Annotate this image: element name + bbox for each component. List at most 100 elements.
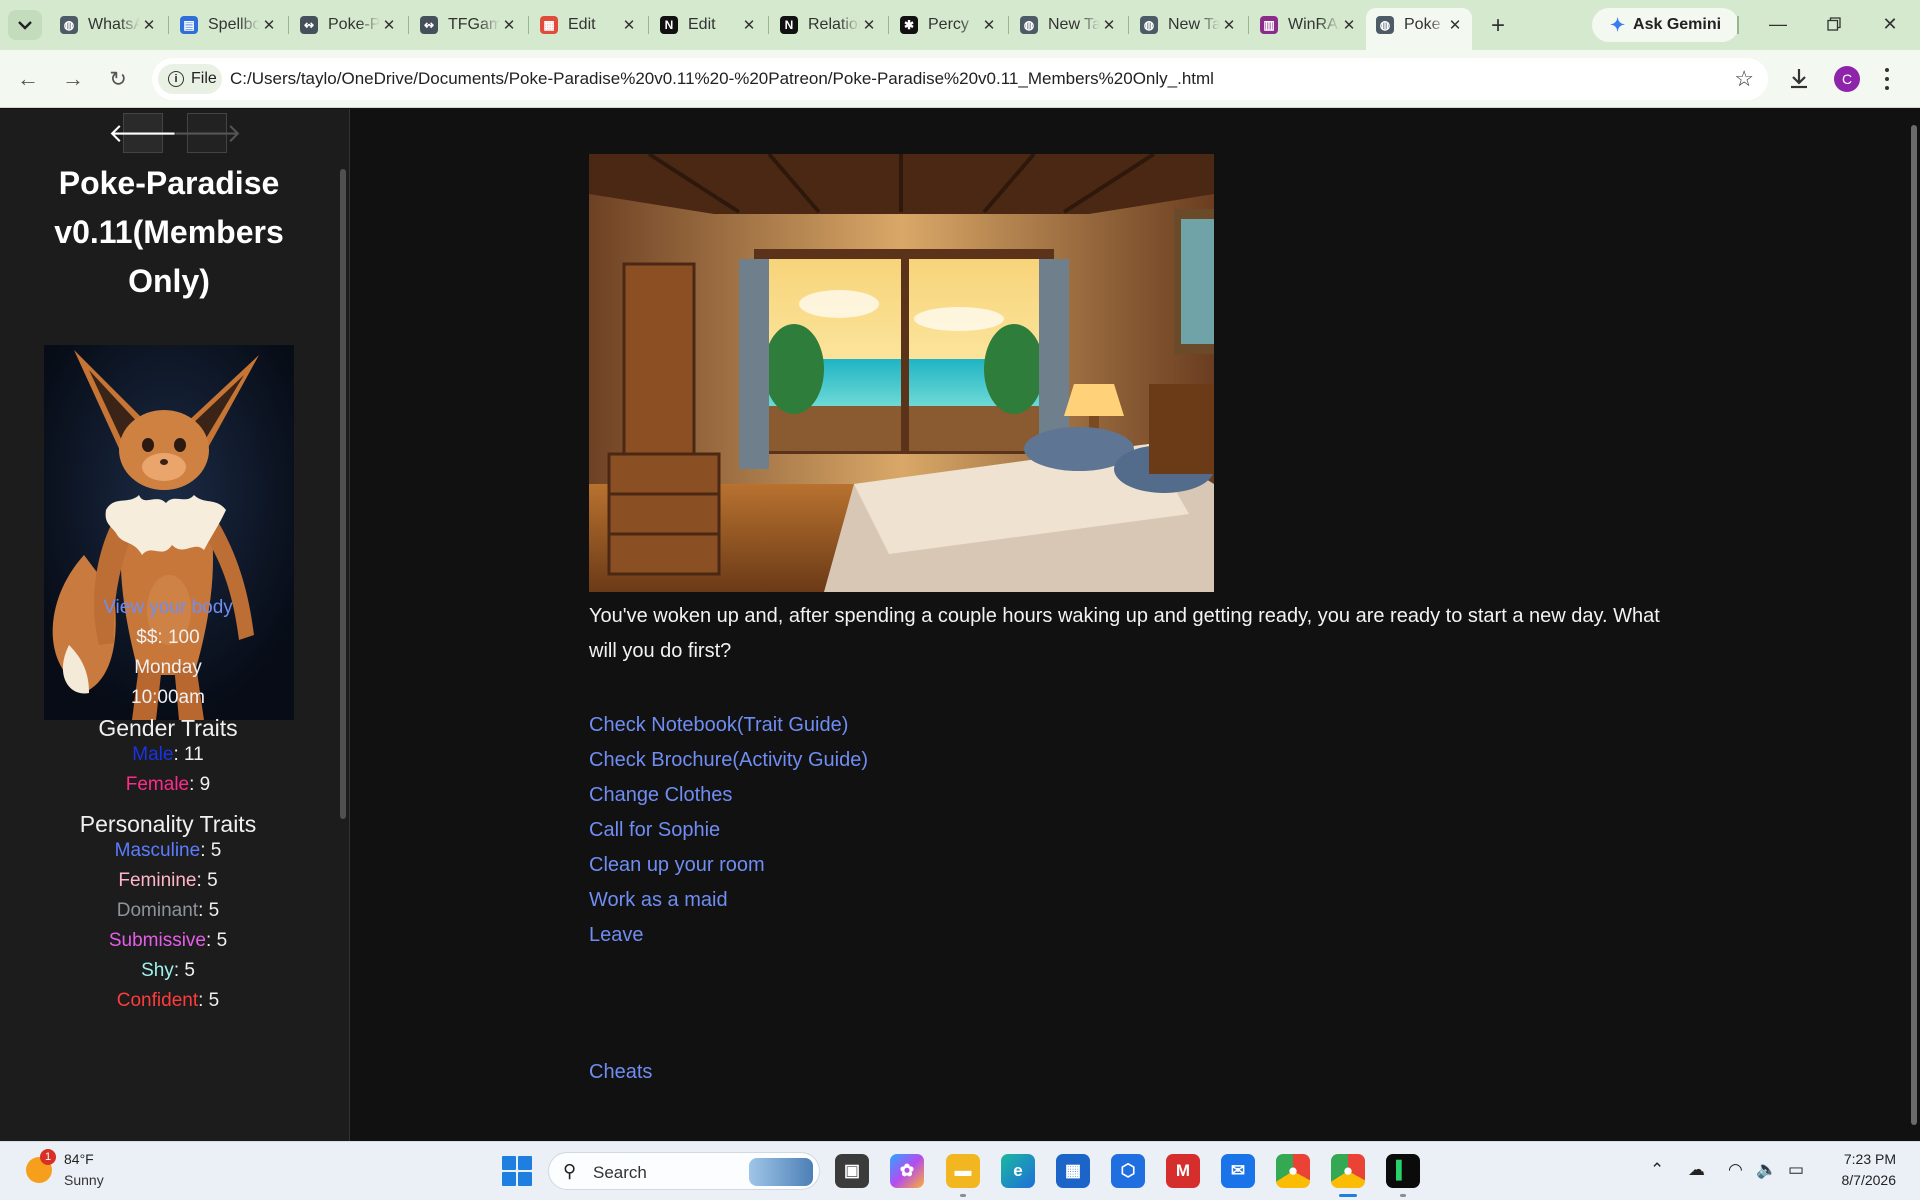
site-info-chip[interactable]: i File <box>158 64 222 94</box>
minimize-button[interactable]: — <box>1758 6 1798 42</box>
onedrive-icon[interactable]: ☁ <box>1688 1160 1705 1180</box>
time-display: 10:00am <box>131 687 205 708</box>
choice-link[interactable]: Call for Sophie <box>589 819 720 842</box>
clock-date[interactable]: 8/7/2026 <box>1828 1172 1897 1188</box>
clock-time[interactable]: 7:23 PM <box>1840 1151 1896 1167</box>
history-back-button[interactable]: 🡐 <box>108 113 178 153</box>
close-tab-icon[interactable]: ✕ <box>860 16 878 34</box>
weather-temperature[interactable]: 84°F <box>64 1151 94 1167</box>
microsoft-store-icon[interactable]: ▦ <box>1056 1154 1090 1188</box>
history-forward-button[interactable]: 🡒 <box>172 113 242 153</box>
arrow-left-icon: ← <box>17 66 39 91</box>
sidebar-scrollbar[interactable] <box>338 159 348 1141</box>
back-button[interactable]: ← <box>12 63 44 95</box>
more-menu-icon[interactable] <box>1882 66 1892 92</box>
mcafee-icon[interactable]: M <box>1166 1154 1200 1188</box>
choice-link[interactable]: Work as a maid <box>589 889 728 912</box>
trait-value: : 5 <box>198 990 220 1011</box>
browser-tab[interactable]: ▦ Edit ✕ <box>530 8 646 42</box>
choice-link[interactable]: Change Clothes <box>589 784 732 807</box>
outlook-icon[interactable]: ✉ <box>1221 1154 1255 1188</box>
browser-tab[interactable]: ▤ Spellbook✕ <box>170 8 286 42</box>
edge-icon[interactable]: e <box>1001 1154 1035 1188</box>
file-explorer-icon[interactable]: ▬ <box>946 1154 980 1188</box>
close-tab-icon[interactable]: ✕ <box>1446 16 1464 34</box>
weather-condition[interactable]: Sunny <box>64 1172 104 1188</box>
trait-name[interactable]: Shy <box>141 960 174 981</box>
trait-name[interactable]: Male <box>132 744 173 765</box>
task-view-icon[interactable]: ▣ <box>835 1154 869 1188</box>
bookmark-star-icon[interactable]: ☆ <box>1734 66 1754 92</box>
tab-separator <box>648 16 649 34</box>
profile-avatar[interactable]: C <box>1834 66 1860 92</box>
close-tab-icon[interactable]: ✕ <box>620 16 638 34</box>
chrome-icon[interactable]: ● <box>1276 1154 1310 1188</box>
copilot-icon[interactable]: ✿ <box>890 1154 924 1188</box>
browser-tab[interactable]: ✱ Percy ✕ <box>890 8 1006 42</box>
choice-link[interactable]: Check Brochure(Activity Guide) <box>589 749 868 772</box>
trait-name[interactable]: Confident <box>117 990 198 1011</box>
close-tab-icon[interactable]: ✕ <box>1100 16 1118 34</box>
trait-name[interactable]: Female <box>126 774 189 795</box>
choice-link[interactable]: Check Notebook(Trait Guide) <box>589 714 848 737</box>
link-icon: ↭ <box>300 16 318 34</box>
close-tab-icon[interactable]: ✕ <box>1220 16 1238 34</box>
browser-tab[interactable]: N Relations✕ <box>770 8 886 42</box>
notion-icon: N <box>660 16 678 34</box>
tab-title: WhatsApp <box>88 16 140 33</box>
choice-link[interactable]: Leave <box>589 924 644 947</box>
address-bar[interactable]: i File C:/Users/taylo/OneDrive/Documents… <box>152 58 1768 100</box>
new-tab-button[interactable]: + <box>1484 12 1512 40</box>
browser-tab[interactable]: ◍ WhatsApp✕ <box>50 8 166 42</box>
browser-tab[interactable]: ◍ New Tab✕ <box>1010 8 1126 42</box>
windows-start-icon[interactable] <box>502 1156 532 1186</box>
cheats-link[interactable]: Cheats <box>589 1061 652 1084</box>
browser-tab[interactable]: N Edit ✕ <box>650 8 766 42</box>
browser-tab[interactable]: ◍ New Tab✕ <box>1130 8 1246 42</box>
trait-name[interactable]: Submissive <box>109 930 206 951</box>
close-tab-icon[interactable]: ✕ <box>380 16 398 34</box>
close-tab-icon[interactable]: ✕ <box>140 16 158 34</box>
vpn-icon[interactable]: ⬡ <box>1111 1154 1145 1188</box>
restore-button[interactable] <box>1814 6 1854 42</box>
restore-icon <box>1827 17 1841 31</box>
page-scrollbar[interactable] <box>1908 109 1920 1141</box>
view-body-link[interactable]: View your body <box>0 597 336 619</box>
forward-button[interactable]: → <box>57 63 89 95</box>
ask-gemini-button[interactable]: ✦ Ask Gemini <box>1592 8 1739 42</box>
paw-icon: ✱ <box>900 16 918 34</box>
tab-title: Spellbook <box>208 16 260 33</box>
reload-icon: ↻ <box>109 67 127 91</box>
browser-tab[interactable]: ▥ WinRAR✕ <box>1250 8 1366 42</box>
scrollbar-thumb[interactable] <box>340 169 346 819</box>
url-text[interactable]: C:/Users/taylo/OneDrive/Documents/Poke-P… <box>230 69 1214 89</box>
trait-name[interactable]: Feminine <box>118 870 196 891</box>
close-tab-icon[interactable]: ✕ <box>260 16 278 34</box>
browser-tab[interactable]: ◍ Poke ✕ <box>1366 8 1472 50</box>
chevron-up-icon[interactable]: ⌃ <box>1650 1160 1664 1180</box>
terminal-app-icon[interactable]: ▍ <box>1386 1154 1420 1188</box>
plus-icon: + <box>1490 12 1505 39</box>
trait-name[interactable]: Dominant <box>117 900 198 921</box>
browser-tab[interactable]: ↭ Poke-Paradise✕ <box>290 8 406 42</box>
battery-icon[interactable]: ▭ <box>1788 1160 1804 1180</box>
reload-button[interactable]: ↻ <box>102 63 134 95</box>
choice-link[interactable]: Clean up your room <box>589 854 765 877</box>
close-tab-icon[interactable]: ✕ <box>500 16 518 34</box>
chrome-profile-icon[interactable]: ● <box>1331 1154 1365 1188</box>
close-tab-icon[interactable]: ✕ <box>1340 16 1358 34</box>
close-window-button[interactable]: ✕ <box>1870 6 1910 42</box>
trait-value: : 9 <box>189 774 211 795</box>
taskbar-search-box[interactable]: ⚲ Search <box>548 1152 820 1190</box>
close-tab-icon[interactable]: ✕ <box>740 16 758 34</box>
trait-name[interactable]: Masculine <box>115 840 201 861</box>
volume-icon[interactable]: 🔈 <box>1756 1160 1777 1180</box>
download-icon[interactable] <box>1786 66 1812 92</box>
tab-title: New Tab <box>1048 16 1100 33</box>
tab-separator <box>1248 16 1249 34</box>
close-tab-icon[interactable]: ✕ <box>980 16 998 34</box>
tab-search-button[interactable] <box>8 10 42 40</box>
wifi-icon[interactable]: ◠ <box>1728 1160 1743 1180</box>
scrollbar-thumb[interactable] <box>1911 125 1917 1125</box>
browser-tab[interactable]: ↭ TFGames✕ <box>410 8 526 42</box>
